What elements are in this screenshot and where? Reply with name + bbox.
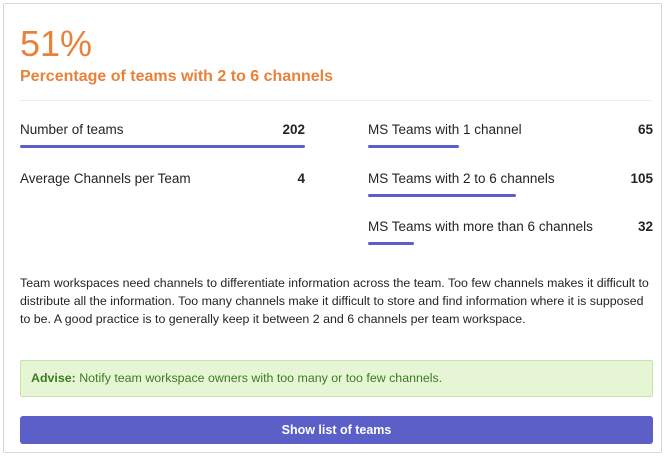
metric-value: 4 [297, 171, 305, 186]
metric-bar [368, 145, 460, 148]
metric-bar [20, 145, 305, 148]
metric-value: 105 [630, 171, 653, 186]
metric-bar [368, 194, 517, 197]
advise-tag: Advise: [31, 371, 76, 385]
metric-bar-track [20, 145, 305, 148]
metric-average-channels: Average Channels per Team 4 [20, 171, 305, 205]
metric-bar-track [368, 242, 653, 245]
metric-value: 65 [637, 122, 653, 137]
description-text: Team workspaces need channels to differe… [20, 276, 649, 327]
advise-text: Notify team workspace owners with too ma… [79, 371, 443, 385]
metric-label: MS Teams with 1 channel [368, 122, 522, 137]
metric-label: MS Teams with more than 6 channels [368, 219, 593, 234]
advise-banner: Advise: Notify team workspace owners wit… [20, 360, 653, 397]
metric-bar [368, 242, 414, 245]
show-list-of-teams-button[interactable]: Show list of teams [20, 416, 653, 444]
metric-value: 202 [282, 122, 305, 137]
metric-bar-track [368, 145, 653, 148]
metric-teams-1-channel: MS Teams with 1 channel 65 [368, 122, 653, 156]
headline-subtitle: Percentage of teams with 2 to 6 channels [20, 68, 333, 85]
metric-label: Average Channels per Team [20, 171, 191, 186]
metric-label: MS Teams with 2 to 6 channels [368, 171, 555, 186]
metric-number-of-teams: Number of teams 202 [20, 122, 305, 156]
metric-bar-track [368, 194, 653, 197]
metric-value: 32 [637, 219, 653, 234]
metric-teams-2-to-6-channels: MS Teams with 2 to 6 channels 105 [368, 171, 653, 205]
metric-teams-more-than-6-channels: MS Teams with more than 6 channels 32 [368, 219, 653, 253]
teams-channels-card: 51% Percentage of teams with 2 to 6 chan… [3, 3, 662, 453]
metric-label: Number of teams [20, 122, 124, 137]
headline-percent: 51% [20, 23, 93, 64]
divider [20, 100, 651, 101]
